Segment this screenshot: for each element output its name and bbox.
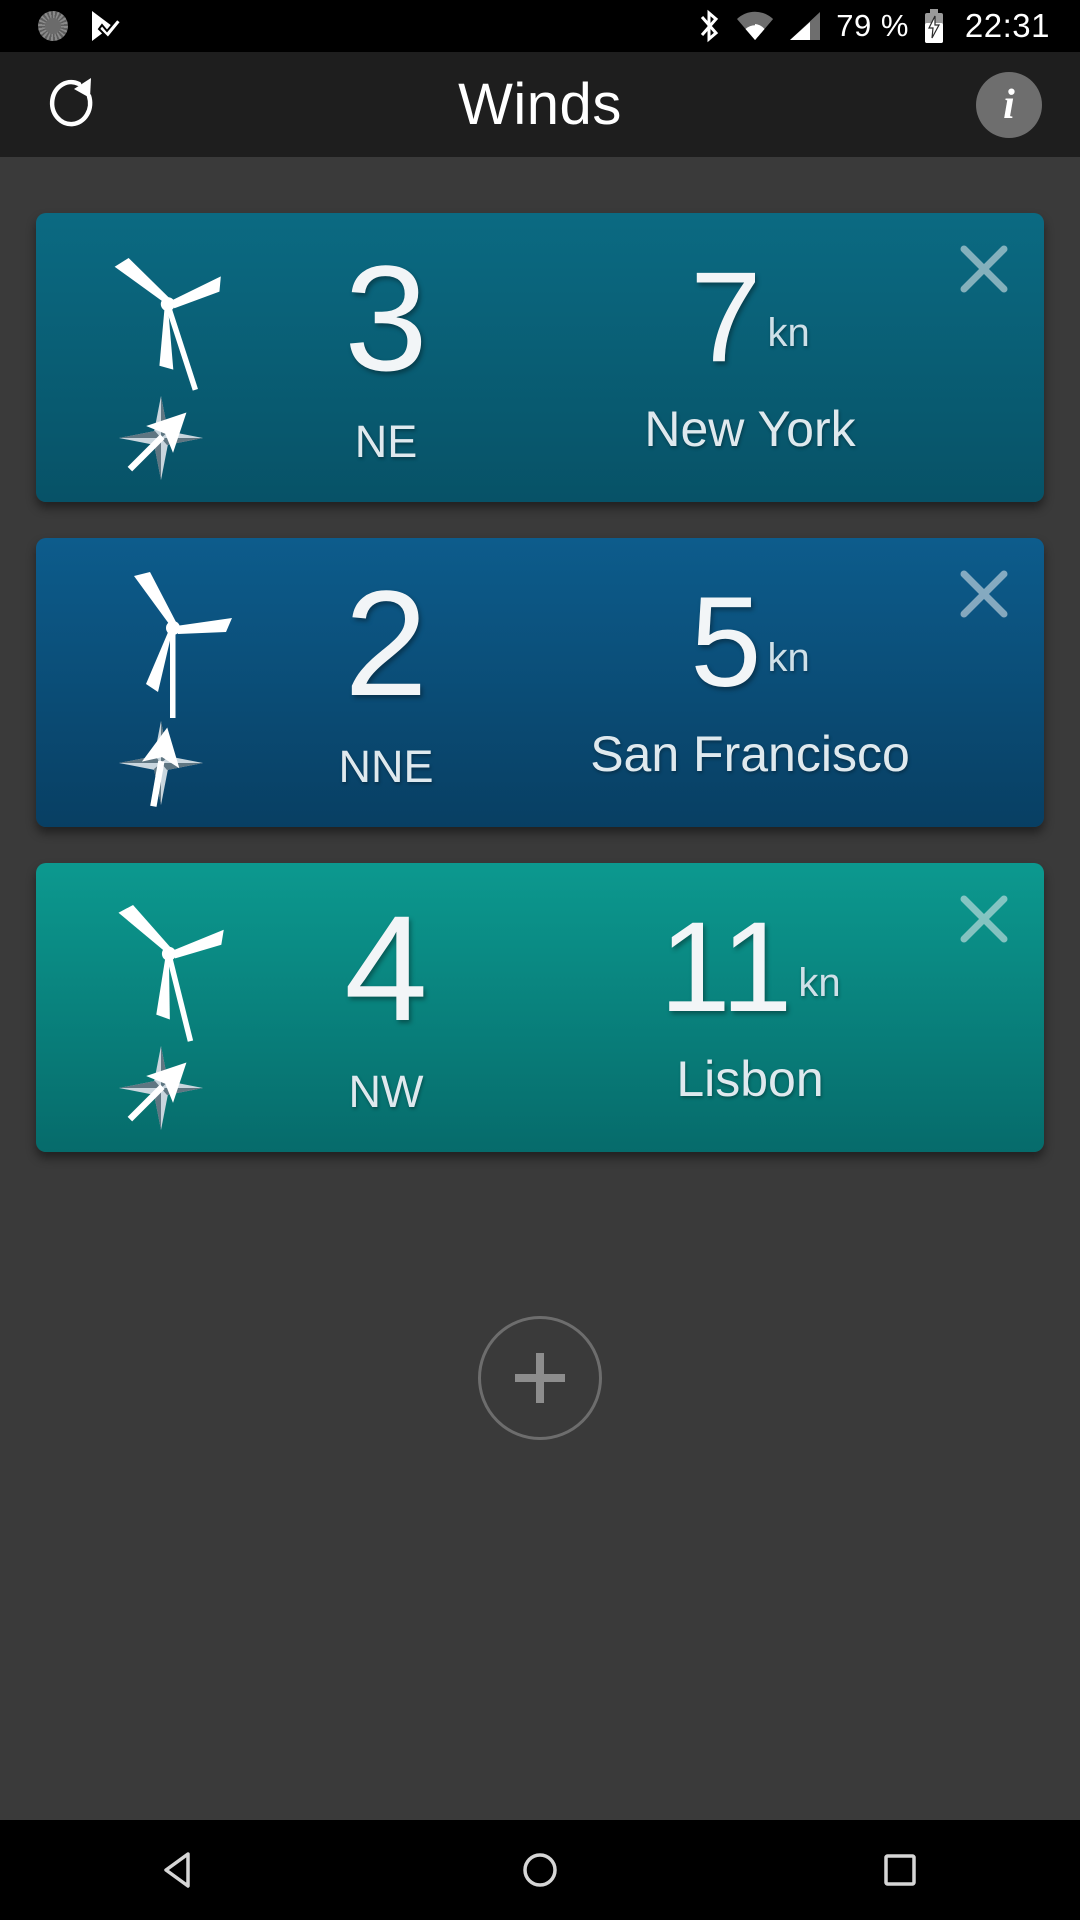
wind-speed-unit: kn <box>798 961 841 1006</box>
wind-icons <box>36 863 286 1152</box>
nav-home-button[interactable] <box>465 1820 615 1920</box>
wind-speed-value: 5 <box>690 570 762 714</box>
app-bar: Winds i <box>0 52 1080 157</box>
beaufort-group: 3 NE <box>286 234 486 468</box>
add-location-row <box>0 1316 1080 1440</box>
wind-card[interactable]: 3 NE 7 kn New York <box>36 213 1044 502</box>
beaufort-value: 4 <box>344 884 428 1053</box>
back-triangle-icon <box>164 1852 190 1888</box>
info-button[interactable]: i <box>976 71 1042 138</box>
bluetooth-icon <box>701 9 719 43</box>
beaufort-group: 4 NW <box>286 884 486 1118</box>
status-bar-indicators: 79 % 22:31 <box>696 7 1050 45</box>
wind-turbine-icon <box>134 572 232 718</box>
info-icon: i <box>1003 81 1015 128</box>
remove-card-button[interactable] <box>948 233 1020 305</box>
main-content: 3 NE 7 kn New York 2 NNE 5 kn San Francisco 4 NW 11 k… <box>0 157 1080 1820</box>
page-title: Winds <box>458 72 622 137</box>
city-label: Lisbon <box>676 1051 824 1108</box>
beaufort-value: 3 <box>344 234 428 403</box>
wind-speed-unit: kn <box>767 311 810 356</box>
wind-speed-value: 7 <box>690 245 762 389</box>
wind-direction-compass-icon <box>119 721 203 807</box>
add-location-button[interactable] <box>478 1316 602 1440</box>
wind-direction-compass-icon <box>119 1046 203 1130</box>
beaufort-group: 2 NNE <box>286 559 486 793</box>
wind-card[interactable]: 4 NW 11 kn Lisbon <box>36 863 1044 1152</box>
wind-card-list: 3 NE 7 kn New York 2 NNE 5 kn San Francisco 4 NW 11 k… <box>0 157 1080 1152</box>
close-icon <box>960 570 1008 618</box>
refresh-icon <box>49 77 93 126</box>
sync-spinner-icon <box>38 11 68 41</box>
nav-back-button[interactable] <box>105 1820 255 1920</box>
wind-speed-unit: kn <box>767 636 810 681</box>
clock-label: 22:31 <box>964 7 1050 44</box>
battery-charging-icon <box>924 9 943 43</box>
wind-direction-compass-icon <box>119 396 203 480</box>
battery-percent-label: 79 % <box>836 8 909 43</box>
city-label: New York <box>644 401 856 458</box>
wind-direction-label: NW <box>348 1065 424 1117</box>
refresh-button[interactable] <box>38 70 108 140</box>
plus-icon <box>515 1353 565 1403</box>
android-nav-bar <box>0 1820 1080 1920</box>
home-circle-icon <box>523 1853 557 1887</box>
close-icon <box>960 245 1008 293</box>
wind-direction-label: NE <box>354 415 418 467</box>
beaufort-value: 2 <box>344 559 428 728</box>
wind-direction-label: NNE <box>338 740 434 792</box>
remove-card-button[interactable] <box>948 558 1020 630</box>
play-check-icon <box>90 9 123 43</box>
cellular-signal-icon <box>790 12 821 40</box>
wind-card[interactable]: 2 NNE 5 kn San Francisco <box>36 538 1044 827</box>
wind-speed-value: 11 <box>659 895 793 1039</box>
wind-turbine-icon <box>114 257 221 391</box>
status-bar-notifications <box>38 9 123 43</box>
remove-card-button[interactable] <box>948 883 1020 955</box>
wind-icons <box>36 538 286 827</box>
recents-square-icon <box>884 1854 916 1886</box>
close-icon <box>960 895 1008 943</box>
nav-recents-button[interactable] <box>825 1820 975 1920</box>
wind-turbine-icon <box>118 904 224 1042</box>
wifi-icon <box>737 11 774 41</box>
city-label: San Francisco <box>590 726 910 783</box>
status-bar: 79 % 22:31 <box>0 0 1080 52</box>
wind-icons <box>36 213 286 502</box>
